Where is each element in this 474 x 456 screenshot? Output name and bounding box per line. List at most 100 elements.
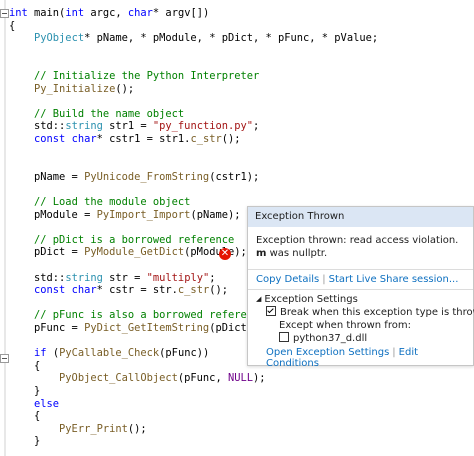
break-option[interactable]: Break when this exception type is thrown: [256, 306, 474, 319]
code-token: char: [127, 7, 153, 19]
code-line: Py_Initialize();: [9, 82, 134, 97]
code-token: ();: [115, 82, 135, 95]
code-line: pDict = PyModule_GetDict(pModule);: [9, 245, 247, 260]
exception-popup: Exception Thrown Exception thrown: read …: [247, 206, 474, 369]
popup-actions: Copy Details | Start Live Share session...: [256, 274, 458, 285]
code-token: string: [65, 271, 110, 284]
code-token: else: [34, 397, 60, 410]
code-token: ();: [209, 284, 228, 297]
code-token: {: [9, 19, 16, 32]
exception-settings-header[interactable]: ◢ Exception Settings: [256, 293, 474, 306]
code-token: main(: [34, 7, 66, 19]
exception-variable: m: [256, 248, 267, 259]
exception-settings-label: Exception Settings: [264, 294, 358, 305]
module-label: python37_d.dll: [293, 333, 368, 344]
code-token: ;: [209, 271, 216, 284]
code-token: (pName);: [190, 208, 241, 221]
code-token: ();: [221, 133, 241, 145]
code-token: * cstr1 = str1.: [96, 133, 191, 145]
module-option[interactable]: python37_d.dll: [256, 332, 474, 345]
open-exception-settings-link[interactable]: Open Exception Settings: [266, 347, 389, 358]
settings-actions: Open Exception Settings | Edit Conditions: [266, 347, 473, 369]
break-checkbox[interactable]: [266, 306, 276, 316]
code-token: );: [252, 372, 266, 385]
code-token: pDict =: [9, 246, 85, 259]
code-token: pModule =: [9, 208, 97, 221]
code-token: (pFunc,: [177, 372, 228, 385]
code-token: ;: [253, 120, 260, 133]
code-token: PyDict_GetItemString: [84, 322, 210, 334]
code-line: PyObject* pName, * pModule, * pDict, * p…: [9, 31, 378, 46]
collapse-toggle-icon[interactable]: [0, 9, 9, 18]
code-token: if: [34, 347, 53, 360]
code-line: PyObject_CallObject(pFunc, NULL);: [9, 371, 266, 386]
code-token: str1 =: [109, 120, 153, 133]
code-token: pFunc =: [9, 322, 85, 334]
code-line: }: [9, 434, 40, 449]
code-token: // Load the module object: [34, 196, 191, 208]
code-token: ();: [127, 422, 147, 435]
code-line: pName = PyUnicode_FromString(cstr1);: [9, 170, 259, 185]
code-token: (pModule);: [184, 246, 247, 259]
exception-settings: ◢ Exception Settings Break when this exce…: [256, 293, 474, 345]
code-line: const char* cstr = str.c_str();: [9, 283, 228, 298]
code-token: * cstr = str.: [96, 284, 178, 297]
except-label: Except when thrown from:: [279, 320, 411, 331]
exception-message-rest: was nullptr.: [266, 248, 328, 259]
collapse-toggle-icon[interactable]: [0, 354, 9, 363]
code-token: }: [9, 435, 41, 448]
break-label: Break when this exception type is thrown: [280, 307, 474, 318]
code-token: string: [65, 120, 110, 133]
code-token: "multiply": [146, 271, 210, 284]
code-line: const char* cstr1 = str1.c_str();: [9, 132, 241, 147]
exception-message-line2: m was nullptr.: [256, 247, 458, 260]
code-token: // pDict is a borrowed reference: [34, 233, 235, 246]
code-token: int: [9, 7, 35, 19]
code-token: std::: [9, 120, 66, 133]
exception-message-line1: Exception thrown: read access violation.: [256, 235, 459, 246]
code-token: int: [65, 7, 91, 19]
code-token: PyErr_Print: [59, 422, 128, 435]
exception-message: Exception thrown: read access violation.…: [256, 234, 458, 260]
module-checkbox[interactable]: [279, 332, 289, 342]
code-token: c_str: [190, 133, 222, 145]
code-token: str =: [109, 271, 147, 284]
code-token: NULL: [227, 372, 253, 385]
collapse-triangle-icon[interactable]: ◢: [256, 295, 261, 303]
code-token: argc,: [90, 7, 128, 19]
code-token: std::: [9, 271, 66, 284]
code-token: PyImport_Import: [96, 208, 191, 221]
code-token: Py_Initialize: [34, 82, 116, 95]
code-token: pName =: [9, 170, 85, 183]
code-token: PyCallable_Check: [59, 347, 160, 360]
error-circle-icon: ✕: [219, 248, 231, 260]
code-token: PyModule_GetDict: [84, 246, 185, 259]
code-token: }: [9, 385, 41, 397]
code-token: PyObject_CallObject: [59, 372, 178, 385]
code-token: // pFunc is also a borrowed reference: [34, 309, 266, 322]
code-token: (pFunc)): [159, 347, 210, 360]
code-token: {: [9, 410, 41, 423]
code-token: (cstr1);: [209, 170, 260, 183]
code-token: const char: [34, 284, 97, 297]
code-token: * pName, * pModule, * pDict, * pFunc, * …: [84, 32, 379, 45]
code-token: "py_function.py": [152, 120, 253, 133]
code-token: {: [9, 359, 41, 372]
code-token: PyObject: [34, 32, 85, 45]
copy-details-link[interactable]: Copy Details: [256, 274, 319, 285]
code-line: pModule = PyImport_Import(pName);: [9, 208, 240, 223]
link-divider: |: [322, 274, 326, 285]
live-share-link[interactable]: Start Live Share session...: [329, 274, 459, 285]
link-divider: |: [392, 347, 396, 358]
popup-title: Exception Thrown: [248, 207, 473, 227]
